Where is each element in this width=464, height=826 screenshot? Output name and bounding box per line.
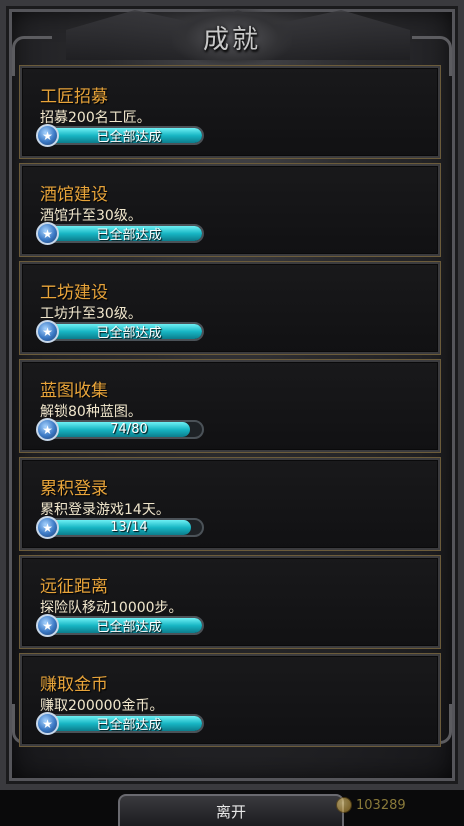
coin-icon [336,797,352,813]
star-icon: ★ [36,516,59,539]
achievement-title: 赚取金币 [40,675,108,695]
achievement-description: 累积登录游戏14天。 [40,502,170,518]
progress-label: 已全部达成 [96,130,162,145]
progress-bar: 已全部达成 [40,322,204,341]
achievement-description: 招募200名工匠。 [40,110,151,126]
star-icon: ★ [36,222,59,245]
achievement-card: 工坊建设工坊升至30级。已全部达成 ★ [20,262,440,354]
progress-bar: 已全部达成 [40,224,204,243]
progress-bar: 已全部达成 [40,714,204,733]
achievement-description: 解锁80种蓝图。 [40,404,142,420]
star-icon: ★ [36,614,59,637]
achievement-description: 酒馆升至30级。 [40,208,142,224]
progress-label: 74/80 [110,422,148,437]
leave-button[interactable]: 离开 [118,794,344,826]
achievement-description: 赚取200000金币。 [40,698,164,714]
achievement-card: 赚取金币赚取200000金币。已全部达成 ★ [20,654,440,746]
achievement-title: 工匠招募 [40,87,108,107]
progress-label: 已全部达成 [96,620,162,635]
star-icon: ★ [36,320,59,343]
star-icon: ★ [36,418,59,441]
panel-title: 成就 [202,24,261,55]
progress-label: 已全部达成 [96,228,162,243]
progress-bar: 已全部达成 [40,616,204,635]
progress-bar: 74/80 [40,420,204,439]
progress-label: 13/14 [110,520,148,535]
achievement-card: 累积登录累积登录游戏14天。 13/14 ★ [20,458,440,550]
achievement-card: 工匠招募招募200名工匠。已全部达成 ★ [20,66,440,158]
star-icon: ★ [36,712,59,735]
progress-label: 已全部达成 [96,718,162,733]
title-plate: 成就 [172,8,292,66]
star-icon: ★ [36,124,59,147]
achievement-card: 蓝图收集解锁80种蓝图。 74/80 ★ [20,360,440,452]
progress-label: 已全部达成 [96,326,162,341]
progress-bar: 13/14 [40,518,204,537]
achievement-title: 酒馆建设 [40,185,108,205]
achievement-title: 工坊建设 [40,283,108,303]
achievement-card: 酒馆建设酒馆升至30级。已全部达成 ★ [20,164,440,256]
gold-amount: 103289 [356,797,406,813]
achievement-card: 远征距离探险队移动10000步。已全部达成 ★ [20,556,440,648]
achievement-description: 探险队移动10000步。 [40,600,183,616]
achievement-title: 蓝图收集 [40,381,108,401]
gold-display: 103289 [336,794,406,816]
achievement-list: 工匠招募 招募200名工匠。 已全部达成 ★ 酒馆建设 酒馆升至30级。 已全部达成 ★ 工坊建… [20,66,440,752]
achievement-description: 工坊升至30级。 [40,306,142,322]
achievement-title: 远征距离 [40,577,108,597]
progress-bar: 已全部达成 [40,126,204,145]
achievement-title: 累积登录 [40,479,108,499]
